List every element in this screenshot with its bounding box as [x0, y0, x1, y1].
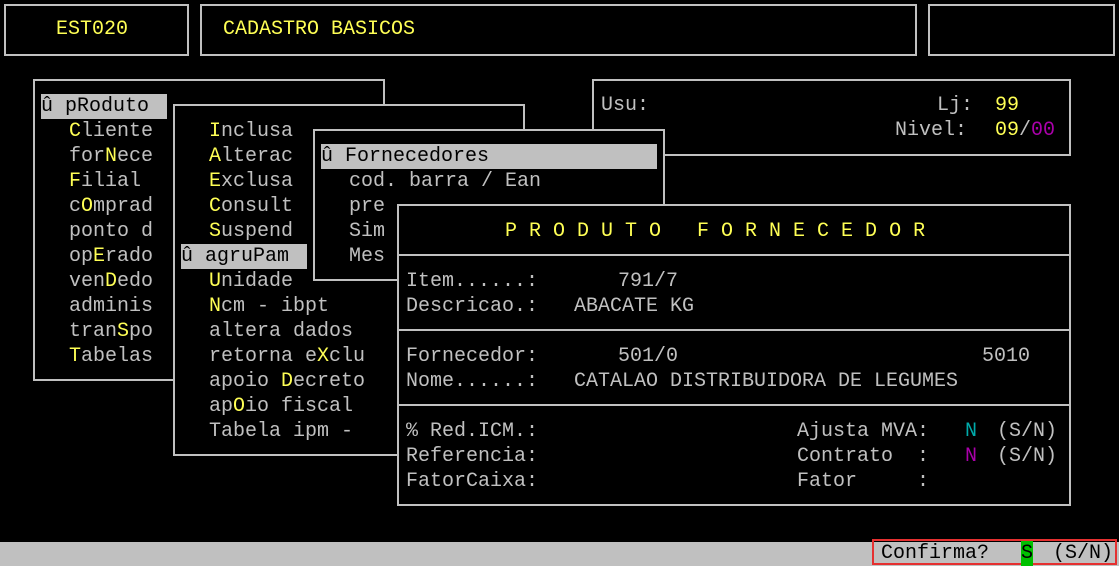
produto-submenu-item[interactable]: retorna eXclu: [209, 344, 365, 369]
referencia-label: Referencia:: [406, 445, 539, 468]
ajusta-mva-value[interactable]: N: [965, 419, 977, 444]
main-menu-item[interactable]: ponto d: [69, 219, 153, 244]
nome-value: CATALAO DISTRIBUIDORA DE LEGUMES: [574, 370, 959, 393]
main-menu-item[interactable]: tranSpo: [69, 319, 153, 344]
produto-submenu-item[interactable]: Consult: [209, 194, 293, 219]
produto-submenu-item[interactable]: Suspend: [209, 219, 293, 244]
header-right-box: [928, 4, 1115, 56]
red-icm-label: % Red.ICM.:: [406, 420, 539, 443]
produto-submenu-item[interactable]: altera dados: [209, 319, 353, 344]
produto-submenu-item[interactable]: Tabela ipm -: [209, 419, 353, 444]
confirm-hint: (S/N): [1053, 542, 1114, 565]
agrupam-submenu-item[interactable]: cod. barra / Ean: [349, 169, 541, 194]
produto-submenu-item[interactable]: Inclusa: [209, 119, 293, 144]
produto-submenu-item[interactable]: Exclusa: [209, 169, 293, 194]
main-menu-item[interactable]: opErado: [69, 244, 153, 269]
produto-fornecedor-dialog: P R O D U T O F O R N E C E D O R Item..…: [397, 204, 1071, 506]
main-menu-item[interactable]: forNece: [69, 144, 153, 169]
produto-submenu-item[interactable]: Alterac: [209, 144, 293, 169]
header-code-box: EST020: [4, 4, 189, 56]
confirm-label: Confirma?: [881, 542, 990, 565]
main-menu-item[interactable]: û pRoduto: [41, 94, 167, 119]
dialog-divider: [399, 329, 1069, 331]
ajusta-mva-label: Ajusta MVA:: [797, 420, 930, 443]
produto-submenu-item[interactable]: apOio fiscal: [209, 394, 353, 419]
descricao-value[interactable]: ABACATE KG: [574, 294, 694, 319]
fornecedor-value[interactable]: 501/0: [618, 344, 678, 369]
menu3-divider: [670, 154, 1071, 156]
produto-submenu-item[interactable]: Unidade: [209, 269, 293, 294]
nivel-label: Nivel:: [895, 119, 968, 142]
fatorcaixa-label: FatorCaixa:: [406, 470, 539, 493]
fornecedor-code: 5010: [982, 345, 1031, 368]
lj-value: 99: [995, 94, 1020, 117]
main-menu-item[interactable]: venDedo: [69, 269, 153, 294]
lj-label: Lj:: [937, 94, 974, 117]
item-label: Item......:: [406, 270, 539, 293]
nivel-value: 09/00: [995, 119, 1056, 142]
usu-label: Usu:: [601, 94, 650, 117]
produto-submenu-item[interactable]: Ncm - ibpt: [209, 294, 329, 319]
contrato-label: Contrato :: [797, 445, 930, 468]
main-menu-item[interactable]: Filial: [69, 169, 141, 194]
fornecedor-label: Fornecedor:: [406, 345, 539, 368]
agrupam-submenu-item[interactable]: Mes: [349, 244, 385, 269]
page-title: CADASTRO BASICOS: [223, 18, 416, 41]
contrato-value[interactable]: N: [965, 444, 977, 469]
confirm-prompt[interactable]: Confirma? S (S/N): [872, 539, 1117, 566]
confirm-value[interactable]: S: [1021, 541, 1034, 566]
main-menu-item[interactable]: Tabelas: [69, 344, 153, 369]
produto-submenu-item[interactable]: apoio Decreto: [209, 369, 365, 394]
agrupam-submenu-item[interactable]: pre: [349, 194, 385, 219]
fator-label: Fator :: [797, 470, 930, 493]
descricao-label: Descricao.:: [406, 295, 539, 318]
item-value[interactable]: 791/7: [618, 269, 678, 294]
contrato-hint: (S/N): [997, 445, 1058, 468]
dialog-divider: [399, 254, 1069, 256]
main-menu-item[interactable]: cOmprad: [69, 194, 153, 219]
dialog-title: P R O D U T O F O R N E C E D O R: [505, 220, 926, 243]
agrupam-submenu-item[interactable]: Sim: [349, 219, 385, 244]
program-code: EST020: [56, 18, 129, 41]
ajusta-mva-hint: (S/N): [997, 420, 1058, 443]
header-title-box: CADASTRO BASICOS: [200, 4, 917, 56]
main-menu-item[interactable]: adminis: [69, 294, 153, 319]
dialog-divider: [399, 404, 1069, 406]
agrupam-submenu-item[interactable]: û Fornecedores: [321, 144, 657, 169]
produto-submenu-item[interactable]: û agruPam: [181, 244, 307, 269]
nome-label: Nome......:: [406, 370, 539, 393]
main-menu-item[interactable]: Cliente: [69, 119, 153, 144]
